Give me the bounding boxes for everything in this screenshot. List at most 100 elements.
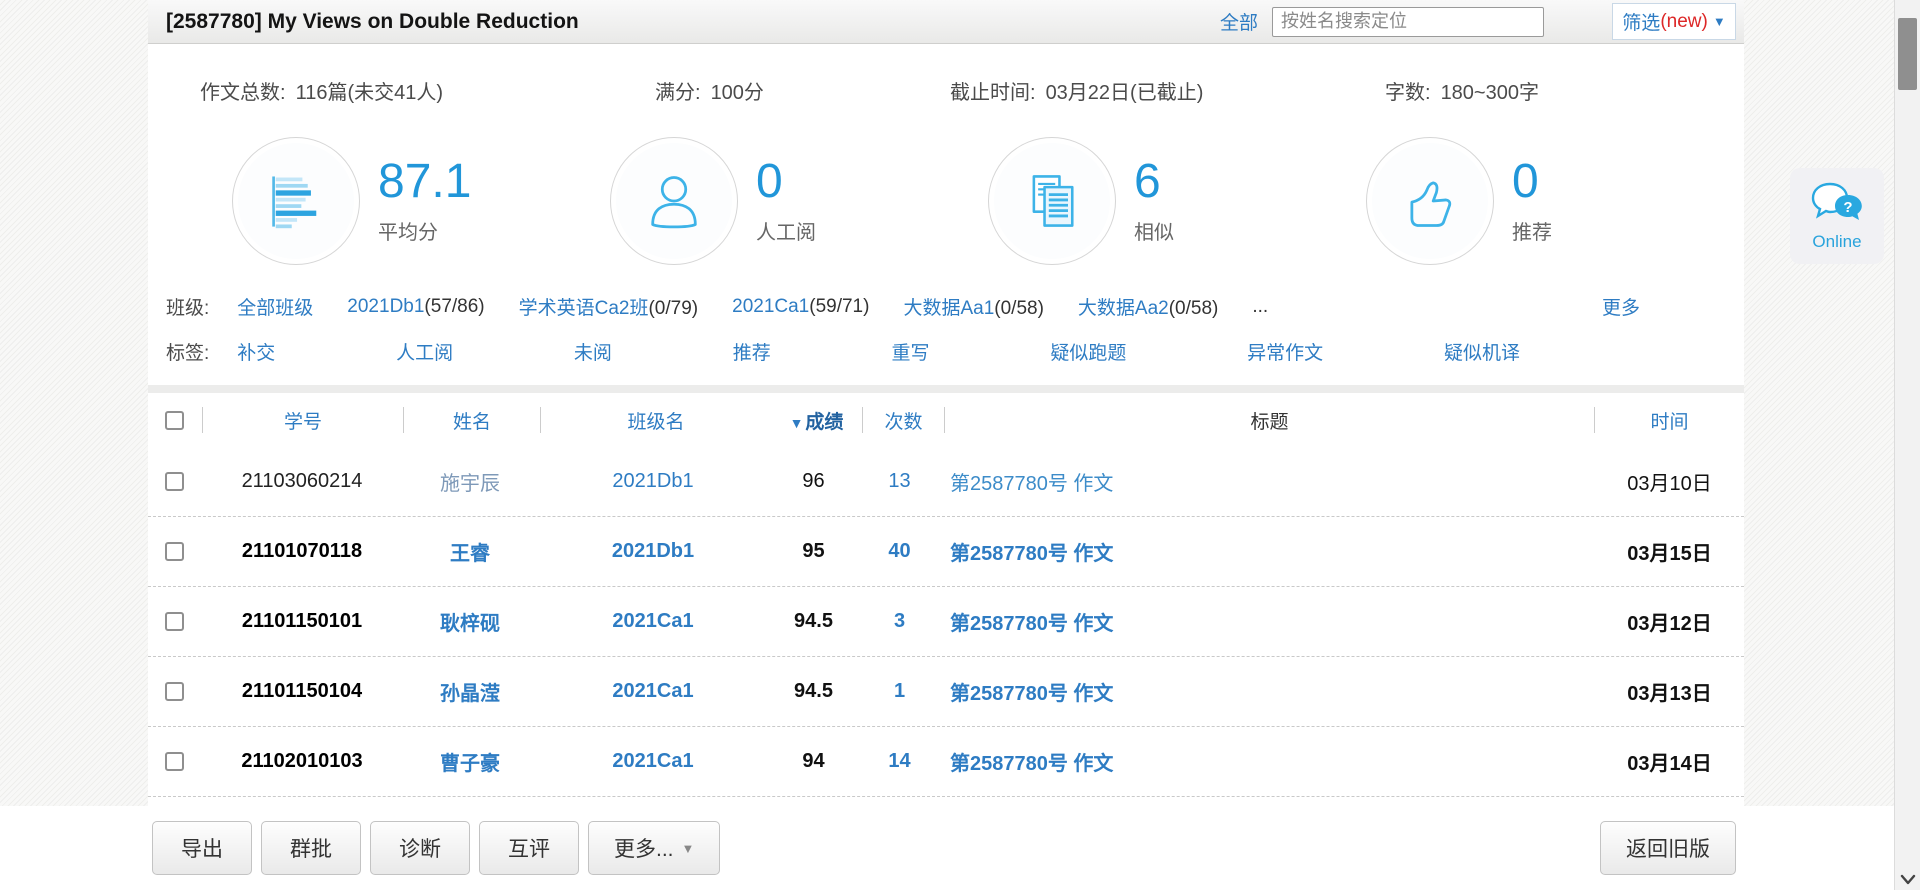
summary-wordcount-value: 180~300字 xyxy=(1441,82,1539,104)
table-row: 21103060214 施宇辰 2021Db1 96 13 第2587780号 … xyxy=(148,447,1744,517)
class-link[interactable]: 2021Ca1 xyxy=(538,750,768,773)
tag-manual-review[interactable]: 人工阅 xyxy=(396,338,453,365)
vertical-scrollbar[interactable] xyxy=(1894,0,1920,890)
class-filter-item[interactable]: 2021Ca1(59/71) xyxy=(732,296,869,318)
essay-link[interactable]: 第2587780号 作文 xyxy=(940,747,1595,776)
essay-link[interactable]: 第2587780号 作文 xyxy=(940,607,1595,636)
online-help-widget[interactable]: ? Online xyxy=(1790,168,1884,264)
stat-recommend: 0 推荐 xyxy=(1366,137,1744,265)
stat-manual-label: 人工阅 xyxy=(756,216,816,245)
class-count: (0/58) xyxy=(1169,298,1219,319)
stat-similar-label: 相似 xyxy=(1134,216,1174,245)
tag-off-topic[interactable]: 疑似跑题 xyxy=(1050,338,1126,365)
scrollbar-thumb[interactable] xyxy=(1898,18,1917,90)
student-name[interactable]: 曹子豪 xyxy=(402,747,538,776)
essay-link[interactable]: 第2587780号 作文 xyxy=(940,677,1595,706)
table-row: 21101070118 王睿 2021Db1 95 40 第2587780号 作… xyxy=(148,517,1744,587)
row-checkbox[interactable] xyxy=(165,682,184,701)
times-link[interactable]: 13 xyxy=(859,470,940,493)
table-header: 学号 姓名 班级名 ▼成绩 次数 标题 时间 xyxy=(148,393,1744,447)
row-checkbox[interactable] xyxy=(165,472,184,491)
times-link[interactable]: 3 xyxy=(859,610,940,633)
scroll-down-arrow[interactable] xyxy=(1895,874,1920,886)
header-student-id[interactable]: 学号 xyxy=(203,407,403,434)
more-button[interactable]: 更多... ▼ xyxy=(588,821,720,875)
header-score[interactable]: ▼成绩 xyxy=(771,407,862,434)
table-row: 21102010103 曹子豪 2021Ca1 94 14 第2587780号 … xyxy=(148,727,1744,797)
row-checkbox-cell xyxy=(148,472,202,491)
tag-rewrite[interactable]: 重写 xyxy=(892,338,930,365)
chat-question-icon: ? xyxy=(1810,181,1864,230)
batch-button[interactable]: 群批 xyxy=(261,821,361,875)
student-name[interactable]: 孙晶滢 xyxy=(402,677,538,706)
header-class[interactable]: 班级名 xyxy=(541,407,771,434)
class-filter-all[interactable]: 全部班级 xyxy=(237,293,313,320)
peer-review-button[interactable]: 互评 xyxy=(479,821,579,875)
filter-label: 筛选 xyxy=(1622,8,1660,35)
class-link[interactable]: 2021Db1 xyxy=(538,470,768,493)
tag-machine-translate[interactable]: 疑似机译 xyxy=(1444,338,1520,365)
stat-manual-value: 0 xyxy=(756,158,816,206)
back-to-old-version-button[interactable]: 返回旧版 xyxy=(1600,821,1736,875)
summary-deadline: 截止时间:03月22日(已截止) xyxy=(950,76,1385,105)
class-link[interactable]: 2021Db1 xyxy=(538,540,768,563)
row-checkbox-cell xyxy=(148,682,202,701)
times-link[interactable]: 1 xyxy=(859,680,940,703)
sort-desc-icon: ▼ xyxy=(790,415,804,431)
stat-average-value: 87.1 xyxy=(378,158,471,206)
search-input[interactable] xyxy=(1272,7,1544,37)
tag-unread[interactable]: 未阅 xyxy=(574,338,612,365)
stat-text: 87.1 平均分 xyxy=(378,158,471,245)
stat-text: 0 人工阅 xyxy=(756,158,816,245)
tag-filter-row: 标签: 补交 人工阅 未阅 推荐 重写 疑似跑题 异常作文 疑似机译 xyxy=(148,338,1744,365)
row-checkbox[interactable] xyxy=(165,542,184,561)
class-count: (0/79) xyxy=(648,298,698,319)
student-id: 21101150104 xyxy=(202,680,402,703)
summary-wordcount-label: 字数: xyxy=(1385,82,1431,104)
times-link[interactable]: 40 xyxy=(859,540,940,563)
student-name[interactable]: 耿梓砚 xyxy=(402,607,538,636)
class-link[interactable]: 2021Ca1 xyxy=(538,680,768,703)
class-filter-label: 班级: xyxy=(166,293,209,320)
row-checkbox-cell xyxy=(148,612,202,631)
class-filter-item[interactable]: 大数据Aa1(0/58) xyxy=(903,293,1043,320)
tag-late-submit[interactable]: 补交 xyxy=(237,338,275,365)
score-value: 94 xyxy=(768,750,859,773)
student-name[interactable]: 王睿 xyxy=(402,537,538,566)
header-date[interactable]: 时间 xyxy=(1595,407,1744,434)
summary-total: 作文总数:116篇(未交41人) xyxy=(200,76,655,105)
more-classes-link[interactable]: 更多 xyxy=(1602,293,1640,320)
summary-deadline-label: 截止时间: xyxy=(950,82,1036,104)
action-bar-inner: 导出 群批 诊断 互评 更多... ▼ 返回旧版 xyxy=(152,806,1740,890)
summary-fullscore-label: 满分: xyxy=(655,82,701,104)
score-value: 94.5 xyxy=(768,680,859,703)
class-count: (57/86) xyxy=(424,296,484,317)
class-filter-item[interactable]: 学术英语Ca2班(0/79) xyxy=(519,293,699,320)
student-name[interactable]: 施宇辰 xyxy=(402,467,538,496)
table-row: 21101150101 耿梓砚 2021Ca1 94.5 3 第2587780号… xyxy=(148,587,1744,657)
select-all-checkbox[interactable] xyxy=(165,411,184,430)
class-filter-item[interactable]: 大数据Aa2(0/58) xyxy=(1078,293,1218,320)
student-id: 21101150101 xyxy=(202,610,402,633)
filter-dropdown[interactable]: 筛选 (new) ▼ xyxy=(1612,3,1736,40)
row-checkbox[interactable] xyxy=(165,612,184,631)
class-link: 2021Ca1 xyxy=(732,296,809,317)
class-filter-item[interactable]: 2021Db1(57/86) xyxy=(347,296,484,318)
score-value: 96 xyxy=(768,470,859,493)
times-link[interactable]: 14 xyxy=(859,750,940,773)
documents-icon xyxy=(988,137,1116,265)
row-checkbox[interactable] xyxy=(165,752,184,771)
header-times[interactable]: 次数 xyxy=(863,407,944,434)
all-link[interactable]: 全部 xyxy=(1220,8,1258,35)
export-button[interactable]: 导出 xyxy=(152,821,252,875)
tag-abnormal[interactable]: 异常作文 xyxy=(1247,338,1323,365)
class-link[interactable]: 2021Ca1 xyxy=(538,610,768,633)
essay-link[interactable]: 第2587780号 作文 xyxy=(940,537,1595,566)
class-count: (0/58) xyxy=(994,298,1044,319)
essay-link[interactable]: 第2587780号 作文 xyxy=(940,467,1595,496)
summary-fullscore-value: 100分 xyxy=(711,82,764,104)
stat-similar: 6 相似 xyxy=(988,137,1366,265)
diagnose-button[interactable]: 诊断 xyxy=(370,821,470,875)
header-name[interactable]: 姓名 xyxy=(404,407,540,434)
tag-recommend[interactable]: 推荐 xyxy=(733,338,771,365)
